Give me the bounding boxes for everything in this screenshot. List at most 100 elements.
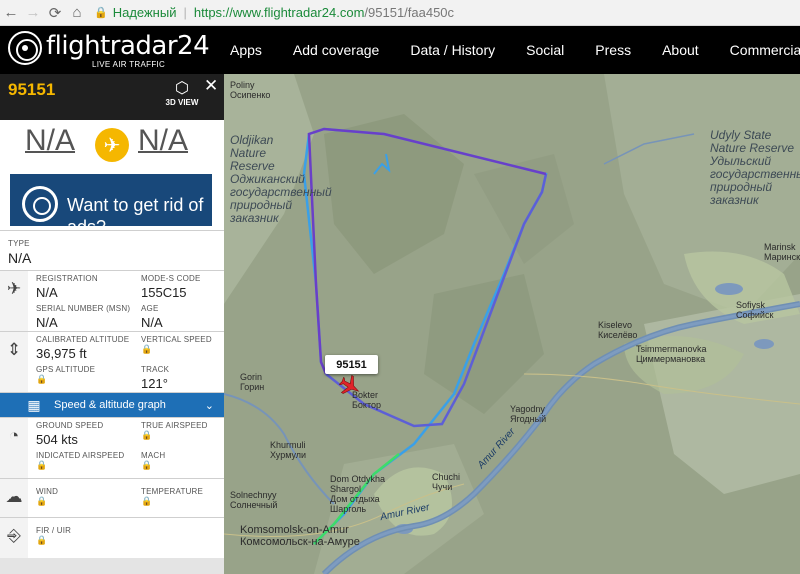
map-label-udyly: Udyly State Nature Reserve Удыльский госуда… — [710, 128, 800, 207]
map-label-sofiysk: Sofiysk Софийск — [736, 300, 774, 320]
destination-airport[interactable]: N/A — [138, 124, 188, 158]
aircraft-details-row: ✈ REGISTRATION N/A MODE-S CODE 155C15 SERI… — [0, 270, 224, 331]
ad-box[interactable]: Want to get rid of ads? — [10, 174, 212, 226]
speed-altitude-graph-toggle[interactable]: ▦ Speed & altitude graph ⌄ — [0, 392, 224, 417]
flight-id: 95151 — [8, 80, 56, 99]
site-logo[interactable]: flightradar24 LIVE AIR TRAFFIC — [8, 30, 210, 72]
graph-icon: ▦ — [27, 396, 41, 413]
logo-text: flightradar24 — [46, 31, 210, 61]
lock-icon[interactable]: 🔒 — [36, 535, 224, 546]
3d-view-button[interactable]: ⬡ 3D VIEW — [164, 80, 200, 107]
site-header: flightradar24 LIVE AIR TRAFFIC Apps Add … — [0, 26, 800, 74]
nav-apps[interactable]: Apps — [230, 42, 262, 58]
registration-label: REGISTRATION — [36, 274, 98, 283]
map-label-chuchi: Chuchi Чучи — [432, 472, 461, 492]
map-label-oldjikan: Oldjikan Nature Reserve Оджиканский государс… — [230, 133, 332, 225]
nav-press[interactable]: Press — [595, 42, 631, 58]
aircraft-type: TYPE N/A — [0, 230, 224, 270]
track-label: TRACK — [141, 365, 170, 374]
indicated-airspeed-label: INDICATED AIRSPEED — [36, 451, 125, 460]
ground-speed-label: GROUND SPEED — [36, 421, 104, 430]
airplane-icon: ✈ — [6, 279, 22, 298]
mode-s-value: 155C15 — [141, 285, 187, 300]
antenna-icon: ⎆ — [7, 526, 21, 545]
radar-ad-icon — [22, 186, 58, 222]
weather-cloud-icon: ☁ — [5, 487, 23, 506]
fir-label: FIR / UIR — [36, 526, 72, 535]
lock-icon[interactable]: 🔒 — [36, 460, 141, 471]
speed-row: ◔ GROUND SPEED 504 kts TRUE AIRSPEED 🔒 IND… — [0, 417, 224, 478]
map-label-gorin: Gorin Горин — [240, 372, 265, 392]
speedometer-icon: ◔ — [8, 426, 20, 445]
true-airspeed-label: TRUE AIRSPEED — [141, 421, 208, 430]
back-button[interactable]: ← — [0, 2, 22, 24]
age-value: N/A — [141, 315, 163, 330]
cube-icon: ⬡ — [175, 80, 189, 97]
map-label-marinsk: Marinsk Маринск — [764, 242, 800, 262]
3d-view-label: 3D VIEW — [165, 98, 199, 107]
serial-value: N/A — [36, 315, 58, 330]
route-block: N/A ✈ N/A — [0, 120, 224, 174]
mach-label: MACH — [141, 451, 166, 460]
lock-icon[interactable]: 🔒 — [36, 496, 141, 507]
browser-toolbar: ← → ⟳ ⌂ 🔒 Надежный | https://www.flightr… — [0, 0, 800, 26]
map-label-yagodny: Yagodny Ягодный — [510, 404, 547, 424]
registration-value: N/A — [36, 285, 58, 300]
nav-about[interactable]: About — [662, 42, 699, 58]
map-label-komsomolsk: Komsomolsk-on-Amur Комсомольск-на-Амуре — [240, 524, 360, 548]
close-panel-button[interactable]: ✕ — [204, 76, 218, 96]
reload-button[interactable]: ⟳ — [44, 2, 66, 24]
flight-info-panel: 95151 ⬡ 3D VIEW ✕ N/A ✈ N/A Want to get … — [0, 74, 224, 574]
aircraft-callsign-tag[interactable]: 95151 — [325, 355, 378, 374]
origin-airport[interactable]: N/A — [25, 124, 75, 158]
gps-altitude-label: GPS ALTITUDE — [36, 365, 96, 374]
type-label: TYPE — [8, 239, 30, 248]
map-label-solnechny: Solnechnyy Солнечный — [230, 490, 278, 510]
forward-button[interactable]: → — [22, 2, 44, 24]
address-bar[interactable]: 🔒 Надежный | https://www.flightradar24.c… — [94, 2, 800, 24]
plane-icon: ✈ — [95, 128, 129, 162]
home-button[interactable]: ⌂ — [66, 2, 88, 24]
lock-icon[interactable]: 🔒 — [36, 374, 141, 385]
calibrated-altitude-value: 36,975 ft — [36, 346, 87, 361]
map-label-dom-otdykha: Dom Otdykha Shargol Дом отдыха Шарголь — [330, 474, 386, 514]
ad-text: Want to get rid of ads? — [67, 195, 204, 226]
serial-label: SERIAL NUMBER (MSN) — [36, 304, 131, 313]
graph-label: Speed & altitude graph — [54, 399, 166, 411]
temperature-label: TEMPERATURE — [141, 487, 204, 496]
mode-s-label: MODE-S CODE — [141, 274, 201, 283]
altitude-icon: ⇕ — [6, 340, 22, 359]
weather-row: ☁ WIND 🔒 TEMPERATURE 🔒 — [0, 478, 224, 517]
lock-icon[interactable]: 🔒 — [141, 460, 224, 471]
url-path: /95151/faa450c — [364, 5, 455, 20]
lock-icon[interactable]: 🔒 — [141, 496, 224, 507]
ad-banner[interactable]: Want to get rid of ads? — [0, 174, 224, 230]
radar-logo-icon — [8, 31, 42, 65]
nav-data-history[interactable]: Data / History — [410, 42, 495, 58]
calibrated-altitude-label: CALIBRATED ALTITUDE — [36, 335, 130, 344]
top-nav: Apps Add coverage Data / History Social … — [230, 26, 800, 74]
flight-map[interactable]: Poliny Осипенко Oldjikan Nature Reserve Оджи… — [224, 74, 800, 574]
track-value: 121° — [141, 376, 168, 391]
panel-header: 95151 ⬡ 3D VIEW ✕ — [0, 74, 224, 120]
lock-icon[interactable]: 🔒 — [141, 344, 224, 355]
nav-commercial[interactable]: Commercial — [730, 42, 800, 58]
address-separator: | — [183, 5, 187, 20]
vertical-speed-label: VERTICAL SPEED — [141, 335, 212, 344]
map-label-khurmuli: Khurmuli Хурмули — [270, 440, 307, 460]
ground-speed-value: 504 kts — [36, 432, 78, 447]
nav-social[interactable]: Social — [526, 42, 564, 58]
chevron-down-icon: ⌄ — [204, 399, 214, 412]
fir-row: ⎆ FIR / UIR 🔒 — [0, 517, 224, 558]
map-label-bokter: Bokter Боктор — [352, 390, 381, 410]
age-label: AGE — [141, 304, 159, 313]
lock-icon[interactable]: 🔒 — [141, 430, 224, 441]
url-host: https://www.flightradar24.com — [193, 5, 365, 20]
nav-add-coverage[interactable]: Add coverage — [293, 42, 379, 58]
lock-icon: 🔒 — [94, 7, 108, 19]
map-label-tsimmermanovka: Tsimmermanovka Циммермановка — [636, 344, 707, 364]
wind-label: WIND — [36, 487, 59, 496]
secure-label: Надежный — [112, 5, 177, 20]
map-label-poliny: Poliny Осипенко — [230, 80, 271, 100]
altitude-row: ⇕ CALIBRATED ALTITUDE 36,975 ft VERTICAL … — [0, 331, 224, 392]
